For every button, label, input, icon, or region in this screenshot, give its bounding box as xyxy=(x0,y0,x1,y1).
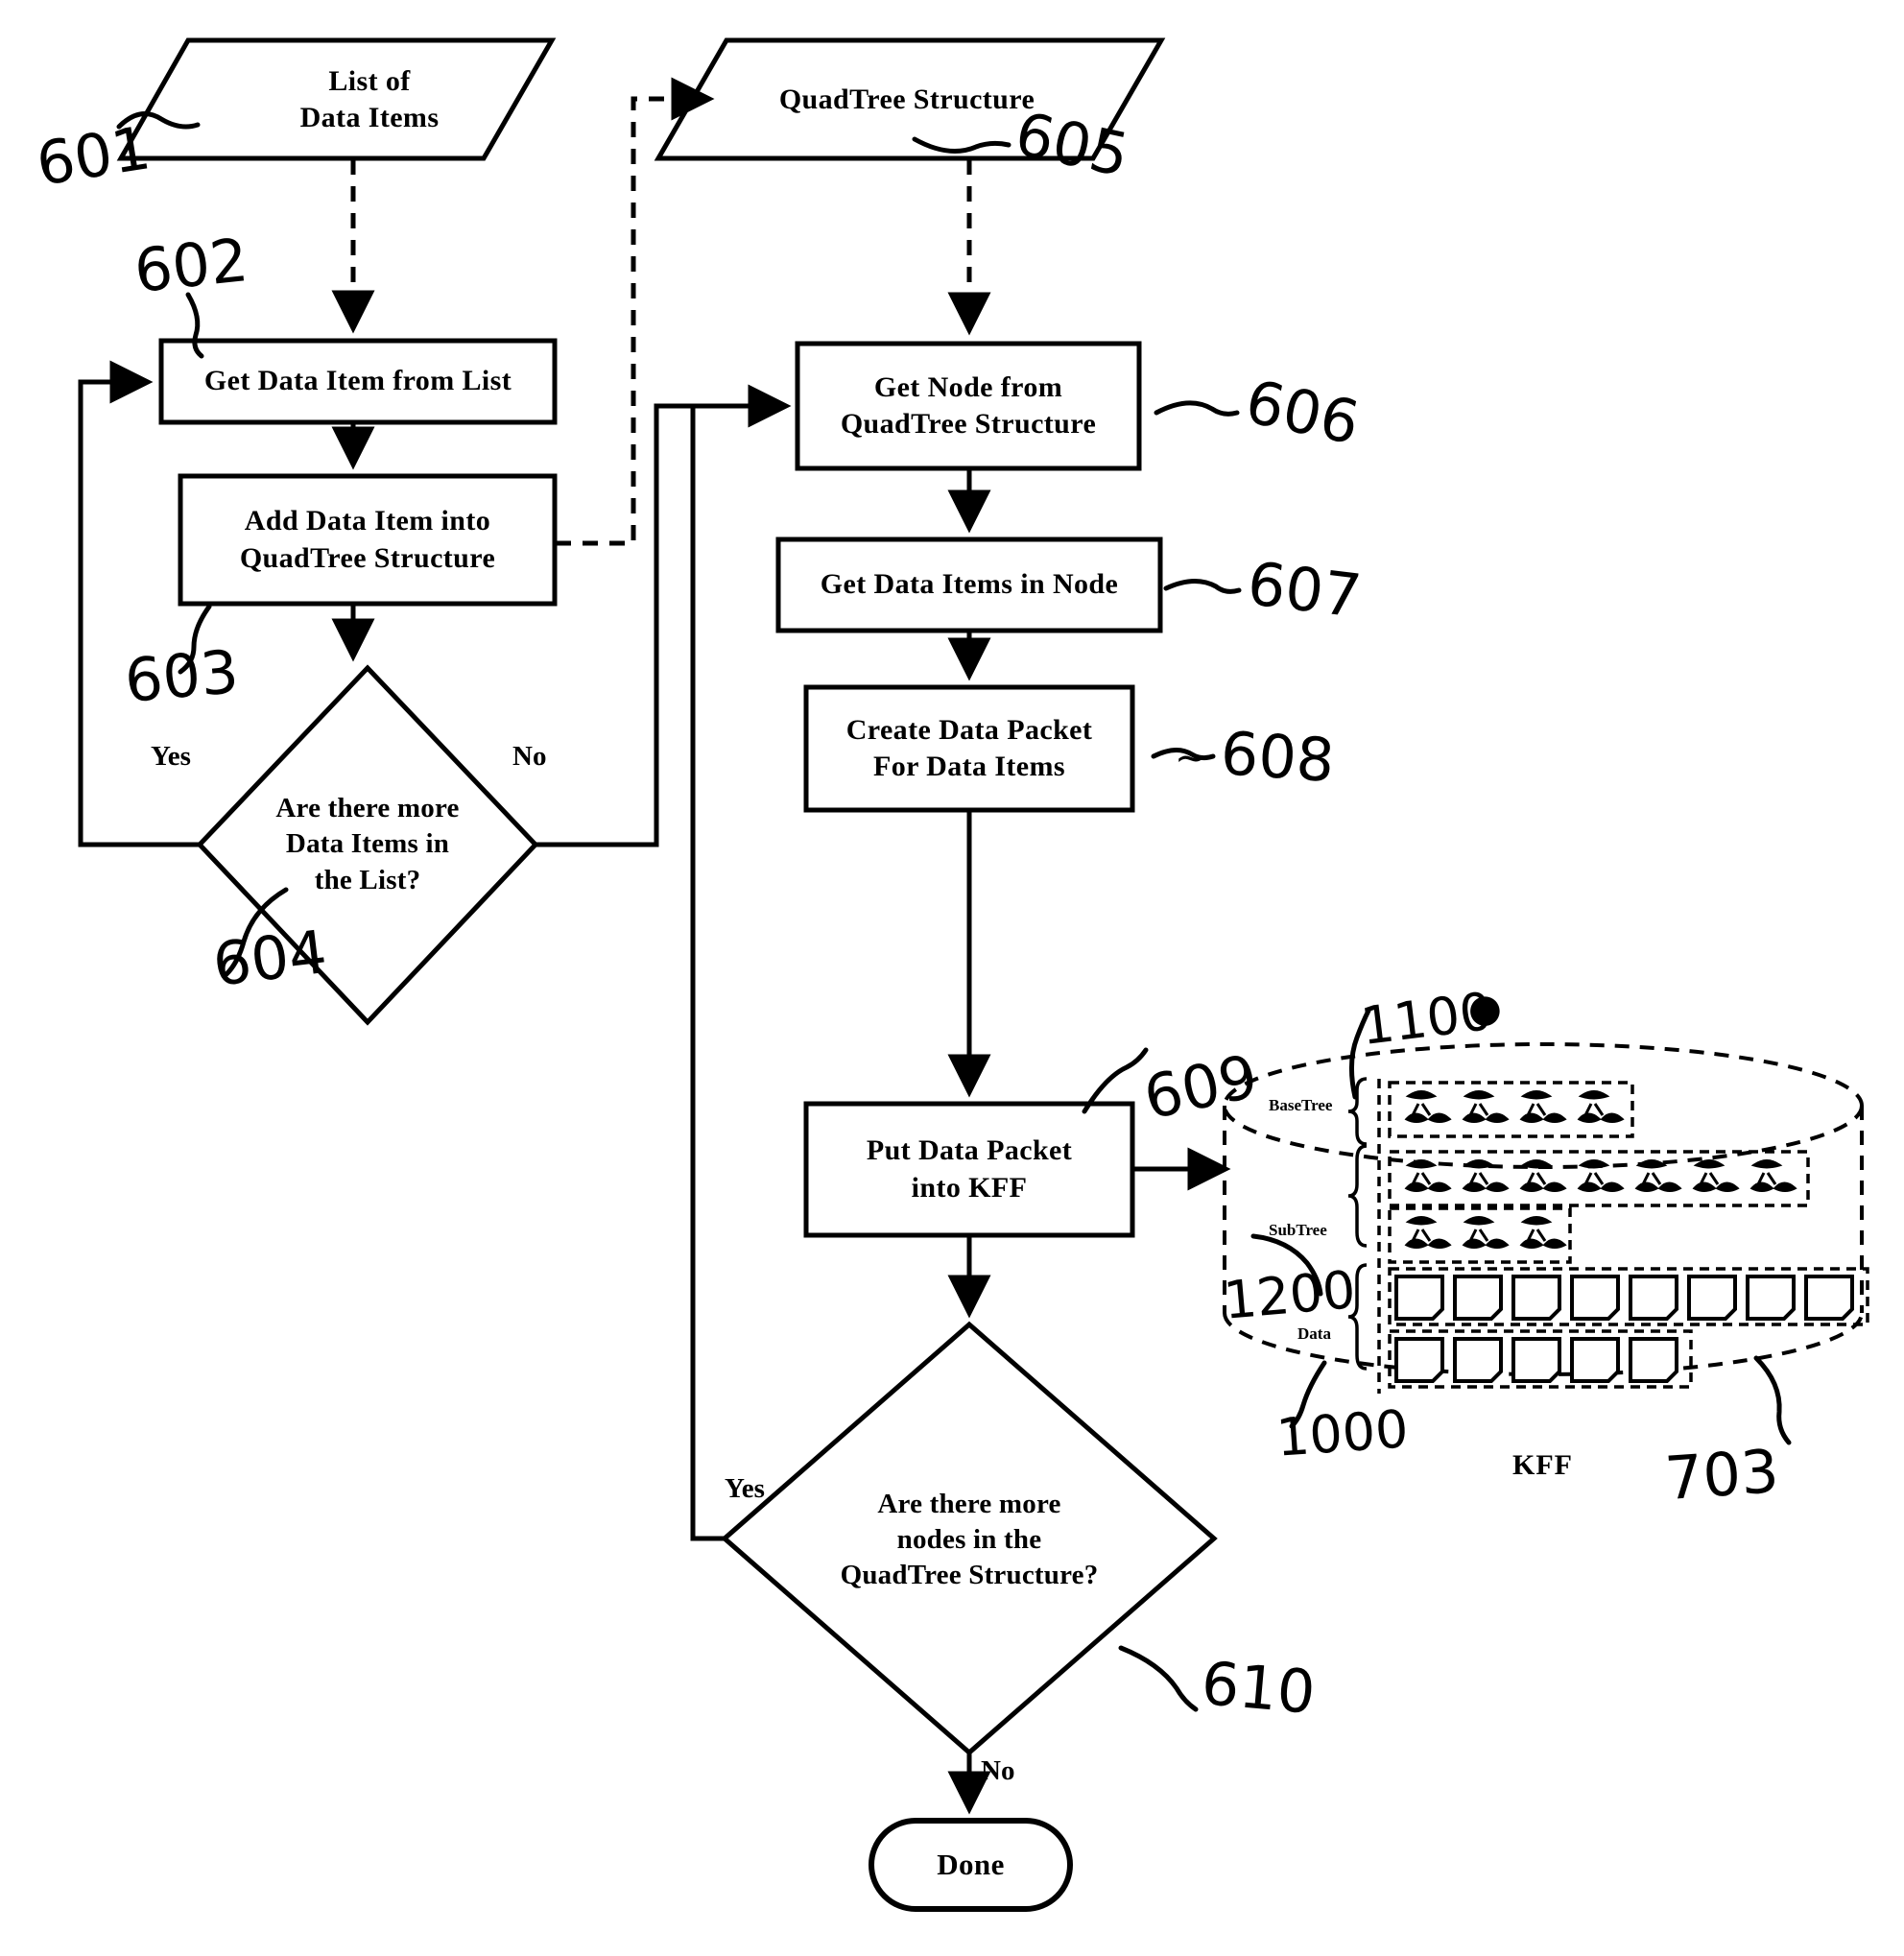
kff-tree-glyphs xyxy=(1404,1090,1797,1249)
kff-brace-basetree xyxy=(1347,1077,1368,1146)
ref-numeral-603: 603 xyxy=(122,635,242,717)
ref-numeral-609: 609 xyxy=(1137,1040,1264,1133)
ref-numeral-607: 607 xyxy=(1243,548,1366,632)
ref-numeral-703: 703 xyxy=(1662,1435,1781,1515)
kff-subtree-cluster xyxy=(1404,1159,1452,1192)
node-608-label: Create Data Packet For Data Items xyxy=(845,713,1093,782)
edge-label-610-yes: Yes xyxy=(725,1473,765,1504)
kff-data-page xyxy=(1511,1337,1561,1383)
kff-subtree-cluster xyxy=(1519,1159,1567,1192)
kff-data-row-1 xyxy=(1388,1329,1693,1389)
ref-numeral-606: 606 xyxy=(1239,366,1366,459)
leader-606 xyxy=(1154,400,1240,417)
node-603-label: Add Data Item into QuadTree Structure xyxy=(239,505,496,574)
kff-basetree-row-0 xyxy=(1388,1081,1634,1138)
node-604-label: Are there more Data Items in the List? xyxy=(275,793,460,895)
node-602-label: Get Data Item from List xyxy=(203,365,512,397)
kff-basetree-cluster xyxy=(1519,1090,1567,1123)
node-601-label: List of Data Items xyxy=(299,64,440,133)
ref-numeral-1200: 1200 xyxy=(1221,1259,1358,1331)
kff-data-page xyxy=(1453,1275,1503,1321)
kff-subtree-cluster xyxy=(1749,1159,1797,1192)
edge-label-604-no: No xyxy=(512,741,547,772)
kff-data-page xyxy=(1629,1275,1678,1321)
node-609-label: Put Data Packet into KFF xyxy=(866,1134,1073,1204)
leader-610 xyxy=(1118,1645,1199,1712)
kff-subtree-cluster xyxy=(1462,1159,1510,1192)
node-done-label: Done xyxy=(937,1848,1005,1882)
kff-subtree-cluster xyxy=(1634,1159,1682,1192)
kff-section-label-subtree: SubTree xyxy=(1269,1221,1327,1239)
kff-subtree-cluster xyxy=(1692,1159,1740,1192)
kff-data-page xyxy=(1394,1337,1444,1383)
kff-data-page xyxy=(1570,1275,1620,1321)
kff-subtree-row-0 xyxy=(1388,1150,1810,1207)
leader-703 xyxy=(1753,1355,1792,1445)
kff-basetree-cluster xyxy=(1577,1090,1625,1123)
kff-data-page xyxy=(1453,1337,1503,1383)
ref-numeral-610: 610 xyxy=(1199,1647,1319,1729)
ref-numeral-602: 602 xyxy=(131,225,251,306)
kff-data-page xyxy=(1570,1337,1620,1383)
kff-section-label-basetree: BaseTree xyxy=(1269,1096,1333,1114)
ref-blot-1100: ● xyxy=(1468,987,1502,1031)
kff-caption: KFF xyxy=(1512,1449,1573,1481)
kff-data-page xyxy=(1511,1275,1561,1321)
ref-numeral-605: 605 xyxy=(1009,98,1135,191)
ref-tilde-608: ~ xyxy=(1175,736,1207,780)
leader-609 xyxy=(1082,1047,1149,1114)
kff-data-glyphs xyxy=(1394,1275,1854,1383)
kff-data-page xyxy=(1746,1275,1796,1321)
kff-data-page xyxy=(1394,1275,1444,1321)
kff-brace-subtree xyxy=(1347,1144,1368,1248)
edge-604-no-to-606 xyxy=(536,384,792,847)
kff-subtree-cluster xyxy=(1404,1216,1452,1249)
kff-data-row-0 xyxy=(1388,1267,1869,1326)
edge-610-yes-to-606 xyxy=(690,403,784,1541)
node-610-label: Are there more nodes in the QuadTree Str… xyxy=(840,1488,1099,1591)
edge-603-to-605 xyxy=(556,77,715,546)
kff-subtree-cluster xyxy=(1519,1216,1567,1249)
ref-numeral-1000: 1000 xyxy=(1273,1398,1411,1468)
edge-604-yes-to-602 xyxy=(78,360,200,847)
kff-basetree-cluster xyxy=(1404,1090,1452,1123)
node-607-label: Get Data Items in Node xyxy=(820,568,1119,601)
kff-data-page xyxy=(1629,1337,1678,1383)
kff-data-page xyxy=(1687,1275,1737,1321)
kff-data-page xyxy=(1804,1275,1854,1321)
node-606-label: Get Node from QuadTree Structure xyxy=(840,370,1097,440)
kff-section-label-data: Data xyxy=(1297,1324,1331,1343)
ref-numeral-608: 608 xyxy=(1218,717,1337,797)
ref-numeral-604: 604 xyxy=(208,917,331,1000)
kff-subtree-row-1 xyxy=(1388,1206,1572,1264)
edge-label-604-yes: Yes xyxy=(151,741,191,772)
figure-canvas: List of Data Items QuadTree Structure Ge… xyxy=(0,0,1904,1956)
ref-numeral-601: 601 xyxy=(32,112,155,200)
kff-subtree-cluster xyxy=(1577,1159,1625,1192)
leader-607 xyxy=(1163,579,1242,594)
kff-subtree-cluster xyxy=(1462,1216,1510,1249)
kff-basetree-cluster xyxy=(1462,1090,1510,1123)
edge-label-610-no: No xyxy=(981,1755,1015,1786)
